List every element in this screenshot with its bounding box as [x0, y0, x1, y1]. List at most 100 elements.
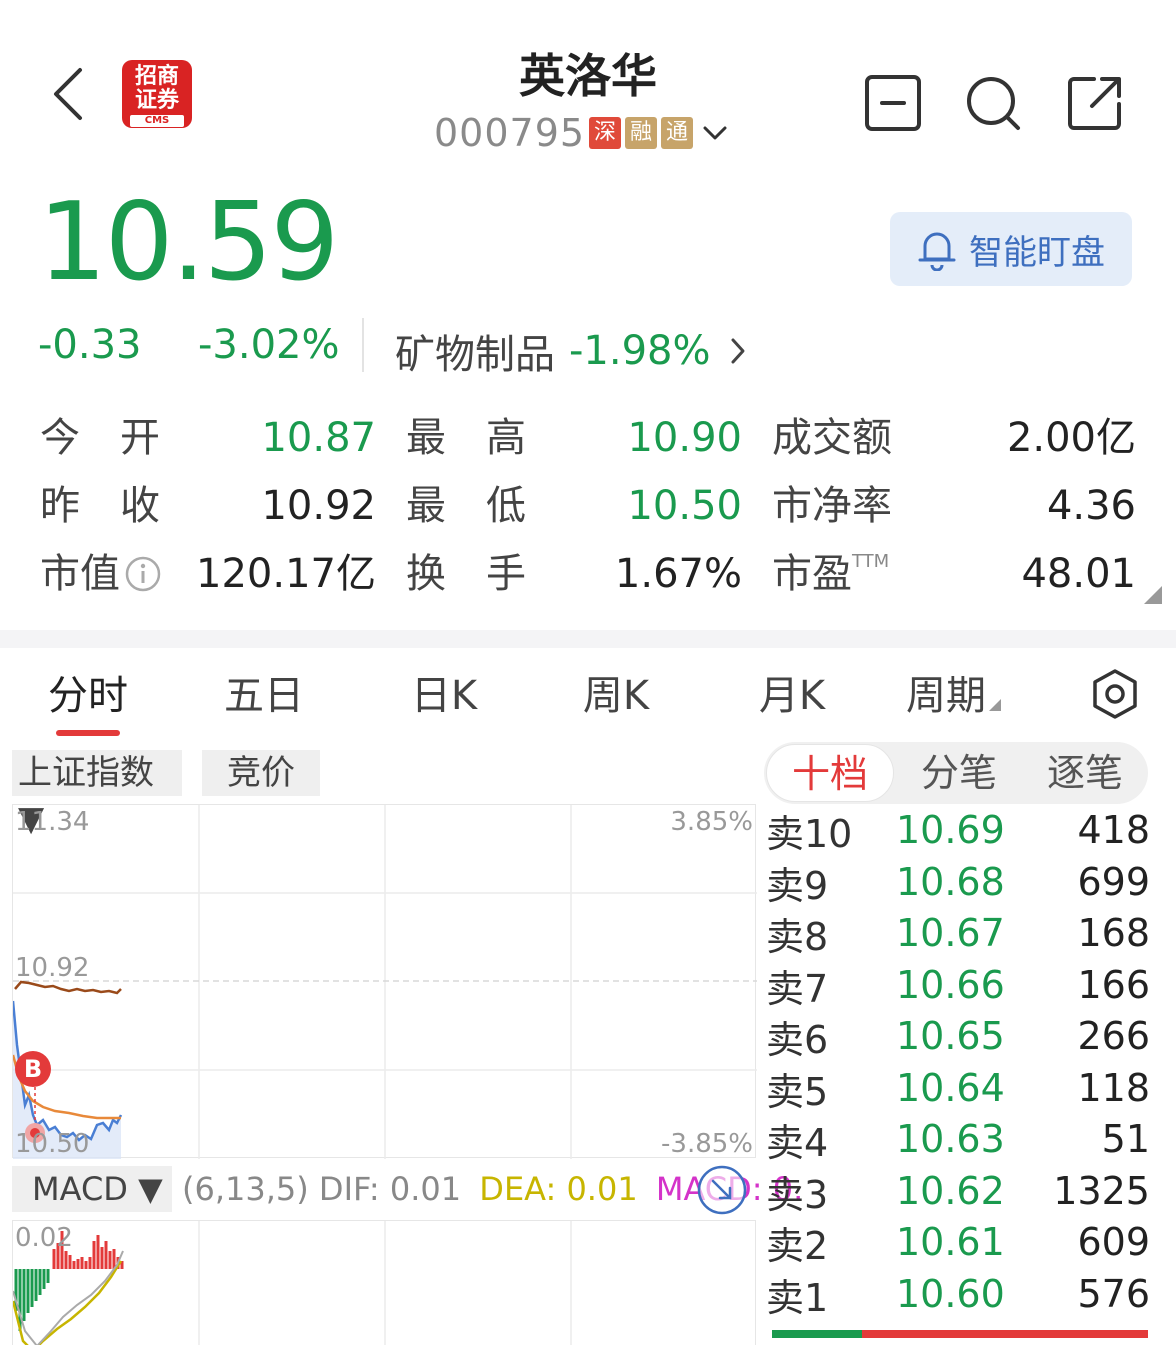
ob-volume: 51: [1101, 1117, 1150, 1161]
orderbook-row: 卖4 10.63 51: [766, 1113, 1150, 1165]
ob-level-label: 卖6: [766, 1017, 829, 1062]
ob-level-label: 卖7: [766, 966, 829, 1011]
industry-link[interactable]: 矿物制品 -1.98%: [395, 322, 747, 380]
ob-volume: 118: [1077, 1066, 1150, 1110]
pe-value: 48.01: [1021, 551, 1136, 597]
industry-change-pct: -1.98%: [569, 328, 711, 374]
ob-volume: 168: [1077, 911, 1150, 955]
y-min-pct-label: -3.85%: [661, 1129, 753, 1159]
macd-params: (6,13,5): [182, 1170, 309, 1208]
price-change-pct: -3.02%: [198, 322, 340, 368]
ob-level-label: 卖8: [766, 914, 829, 959]
ob-volume: 609: [1077, 1220, 1150, 1264]
logo-sub: CMS: [130, 115, 184, 127]
orderbook-tabs: 十档 分笔 逐笔: [764, 742, 1148, 804]
macd-y-max-label: 0.02: [15, 1223, 73, 1253]
ob-level-label: 卖3: [766, 1172, 829, 1217]
chevron-down-icon[interactable]: [701, 119, 729, 147]
tag-connect: 通: [661, 117, 694, 149]
y-mid-label: 10.92: [15, 953, 90, 983]
macd-select[interactable]: MACD ▼: [12, 1166, 172, 1212]
tab-ten-level[interactable]: 十档: [766, 744, 894, 802]
tab-weekly-k[interactable]: 周K: [566, 668, 666, 724]
ob-price: 10.62: [896, 1169, 1005, 1213]
orderbook-row: 卖2 10.61 609: [766, 1216, 1150, 1268]
tab-trades[interactable]: 逐笔: [1022, 742, 1148, 804]
ob-price: 10.60: [896, 1272, 1005, 1316]
low-label: 最 低: [406, 483, 526, 529]
tab-monthly-k[interactable]: 月K: [744, 668, 840, 724]
amount-label: 成交额: [772, 415, 892, 461]
ob-price: 10.69: [896, 808, 1005, 852]
tab-period-label: 周期: [906, 673, 986, 719]
open-value: 10.87: [261, 415, 376, 461]
share-icon[interactable]: [1066, 74, 1124, 132]
tab-period[interactable]: 周期: [906, 668, 1016, 724]
active-tab-indicator: [56, 730, 120, 736]
tab-intraday[interactable]: 分时: [40, 668, 136, 724]
corner-caret-icon: [989, 699, 1001, 711]
ob-price: 10.63: [896, 1117, 1005, 1161]
ob-price: 10.65: [896, 1014, 1005, 1058]
y-min-label: 10.50: [15, 1129, 90, 1159]
amount-value: 2.00亿: [1006, 415, 1136, 461]
orderbook-row: 卖3 10.62 1325: [766, 1165, 1150, 1217]
pe-label: 市盈: [772, 551, 852, 597]
refresh-icon[interactable]: [696, 1164, 748, 1216]
high-label: 最 高: [406, 415, 526, 461]
turnover-value: 1.67%: [614, 551, 742, 597]
ob-volume: 418: [1077, 808, 1150, 852]
ob-level-label: 卖1: [766, 1275, 829, 1320]
divider: [362, 318, 364, 372]
pb-value: 4.36: [1046, 483, 1136, 529]
high-value: 10.90: [627, 415, 742, 461]
tab-ticks[interactable]: 分笔: [896, 742, 1022, 804]
auction-button[interactable]: 竞价: [202, 750, 320, 796]
y-max-label: 11.34: [15, 807, 90, 837]
y-max-pct-label: 3.85%: [670, 807, 753, 837]
ob-volume: 266: [1077, 1014, 1150, 1058]
macd-dif: DIF: 0.01: [318, 1170, 462, 1208]
tab-five-day[interactable]: 五日: [212, 668, 316, 724]
tag-margin: 融: [625, 117, 658, 149]
ratio-bar-red: [862, 1330, 1148, 1338]
info-icon[interactable]: [124, 555, 162, 593]
ob-level-label: 卖4: [766, 1120, 829, 1165]
ob-level-label: 卖9: [766, 863, 829, 908]
expand-corner-icon[interactable]: [1140, 584, 1164, 606]
index-select[interactable]: 上证指数▼: [12, 750, 182, 839]
tab-daily-k[interactable]: 日K: [396, 668, 492, 724]
open-label: 今 开: [40, 415, 160, 461]
stock-code: 000795: [434, 111, 586, 155]
tag-shenzhen: 深: [589, 117, 622, 149]
ob-level-label: 卖5: [766, 1069, 829, 1114]
smart-watch-button[interactable]: 智能盯盘: [890, 212, 1132, 286]
ob-volume: 166: [1077, 963, 1150, 1007]
orderbook-row: 卖6 10.65 266: [766, 1010, 1150, 1062]
smart-watch-label: 智能盯盘: [969, 232, 1105, 273]
market-cap-label: 市值: [40, 551, 120, 597]
macd-chart-svg: [13, 1221, 572, 1345]
ob-price: 10.64: [896, 1066, 1005, 1110]
orderbook-row: 卖8 10.67 168: [766, 907, 1150, 959]
intraday-chart[interactable]: 11.34 3.85% 10.92 10.50 -3.85% B: [12, 804, 757, 1159]
settings-hex-icon[interactable]: [1090, 668, 1140, 720]
orderbook-row: 卖10 10.69 418: [766, 804, 1150, 856]
orderbook-row: 卖9 10.68 699: [766, 856, 1150, 908]
section-separator: [0, 630, 1176, 648]
prev-close-value: 10.92: [261, 483, 376, 529]
macd-chart[interactable]: 0.02: [12, 1220, 756, 1345]
ob-level-label: 卖10: [766, 811, 853, 856]
orderbook-row: 卖7 10.66 166: [766, 959, 1150, 1011]
ob-volume: 699: [1077, 860, 1150, 904]
ob-price: 10.66: [896, 963, 1005, 1007]
buy-marker[interactable]: B: [15, 1051, 51, 1087]
ob-volume: 576: [1077, 1272, 1150, 1316]
minus-square-icon[interactable]: [864, 74, 922, 132]
pb-label: 市净率: [772, 483, 892, 529]
orderbook-row: 卖1 10.60 576: [766, 1268, 1150, 1320]
buy-sell-ratio-bar: [772, 1330, 1148, 1338]
ob-price: 10.68: [896, 860, 1005, 904]
stock-code-row[interactable]: 000795 深 融 通: [434, 108, 729, 158]
search-icon[interactable]: [964, 74, 1022, 132]
